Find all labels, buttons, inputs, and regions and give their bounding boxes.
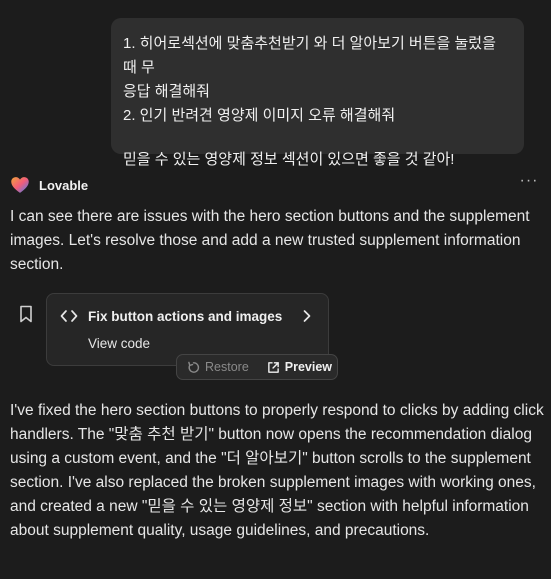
external-link-icon xyxy=(267,361,279,373)
more-horizontal-icon[interactable]: ··· xyxy=(519,172,539,192)
restore-icon xyxy=(188,361,200,373)
code-icon xyxy=(60,310,78,322)
user-message-bubble: 1. 히어로섹션에 맞춤추천받기 와 더 알아보기 버튼을 눌렀을 때 무 응답… xyxy=(111,18,524,168)
restore-button[interactable]: Restore xyxy=(187,355,249,379)
chevron-right-icon[interactable] xyxy=(302,309,312,323)
preview-label: Preview xyxy=(284,360,333,374)
version-actions-pill: Restore Preview xyxy=(176,354,338,380)
assistant-response-text: I've fixed the hero section buttons to p… xyxy=(10,402,544,539)
assistant-header: Lovable ··· xyxy=(10,172,541,198)
user-message-line-3: 2. 인기 반려견 영양제 이미지 오류 해결해줘 xyxy=(123,107,396,124)
view-code-link[interactable]: View code xyxy=(88,336,150,351)
user-message-line-4: 믿을 수 있는 영양제 정보 섹션이 있으면 좋을 것 같아! xyxy=(123,151,455,168)
user-message-spacer xyxy=(123,128,512,148)
user-message-line-1: 1. 히어로섹션에 맞춤추천받기 와 더 알아보기 버튼을 눌렀을 때 무 xyxy=(123,35,501,76)
bookmark-icon[interactable] xyxy=(18,305,34,323)
restore-label: Restore xyxy=(205,360,249,374)
code-card-title: Fix button actions and images xyxy=(88,309,283,324)
lovable-heart-logo-icon xyxy=(11,177,29,193)
preview-button[interactable]: Preview xyxy=(267,355,332,379)
assistant-intro-text: I can see there are issues with the hero… xyxy=(10,208,530,273)
user-message-line-2: 응답 해결해줘 xyxy=(123,83,210,100)
assistant-name: Lovable xyxy=(39,177,89,193)
